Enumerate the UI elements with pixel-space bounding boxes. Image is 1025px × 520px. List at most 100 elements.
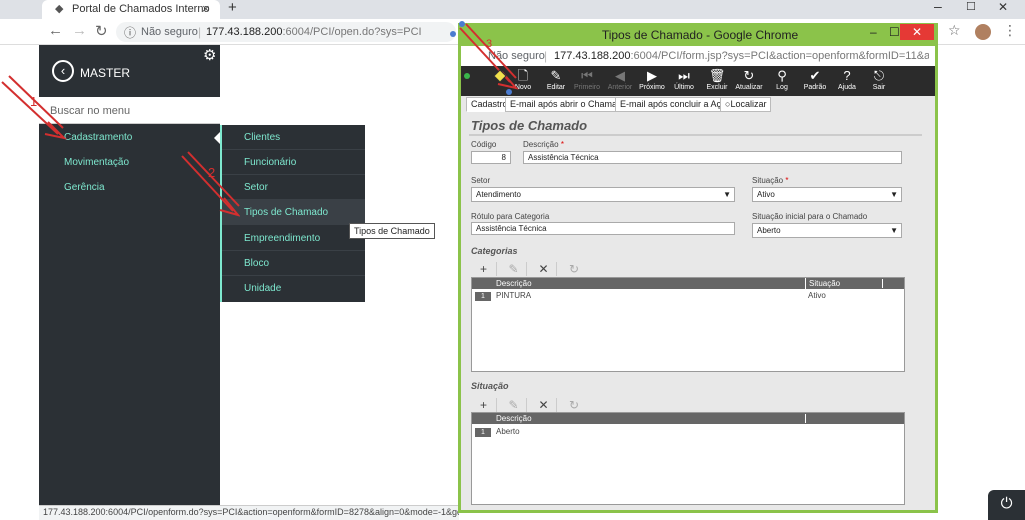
url-path: :6004/PCI/open.do?sys=PCI bbox=[282, 26, 422, 38]
remove-icon[interactable]: ✕ bbox=[531, 398, 557, 412]
codigo-field[interactable]: 8 bbox=[471, 151, 511, 164]
annotation-number-1: 1 bbox=[30, 94, 38, 109]
table-row[interactable]: 1 PINTURA Ativo bbox=[472, 291, 904, 301]
excluir-button[interactable]: 🗑 Excluir bbox=[700, 68, 734, 92]
forward-icon[interactable]: → bbox=[72, 22, 87, 39]
situacao-value: Ativo bbox=[757, 190, 775, 199]
selection-handle bbox=[459, 21, 465, 27]
window-minimize-button[interactable]: – bbox=[934, 0, 942, 14]
submenu-item-tipos-de-chamado[interactable]: Tipos de Chamado bbox=[222, 200, 365, 225]
descricao-field[interactable]: Assistência Técnica bbox=[523, 151, 902, 164]
submenu-item-label: Funcionário bbox=[244, 157, 297, 168]
atualizar-button[interactable]: ↻ Atualizar bbox=[732, 68, 766, 92]
tab-close-icon[interactable]: × bbox=[202, 1, 210, 16]
categorias-header: Descrição Situação bbox=[472, 278, 904, 289]
setor-value: Atendimento bbox=[476, 190, 521, 199]
browser-menu-icon[interactable]: ⋮ bbox=[1003, 22, 1017, 39]
submenu-item-label: Bloco bbox=[244, 258, 270, 269]
table-row[interactable]: 1 Aberto bbox=[472, 427, 904, 437]
padrao-button[interactable]: ✔ Padrão bbox=[798, 68, 832, 92]
annotation-number-3: 3 bbox=[486, 38, 493, 50]
gear-icon[interactable]: ⚙ bbox=[203, 46, 216, 64]
submenu-item-clientes[interactable]: Clientes bbox=[222, 125, 365, 150]
situacao-grid-title: Situação bbox=[471, 381, 509, 391]
proximo-button[interactable]: ▶ Próximo bbox=[635, 68, 669, 92]
editar-label: Editar bbox=[546, 84, 566, 91]
edit-pencil-icon[interactable]: ✎ bbox=[501, 398, 527, 412]
status-bar-url: 177.43.188.200:6004/PCI/openform.do?sys=… bbox=[39, 505, 459, 520]
new-tab-button[interactable]: + bbox=[228, 0, 237, 16]
ajuda-button[interactable]: ? Ajuda bbox=[830, 68, 864, 92]
submenu-item-unidade[interactable]: Unidade bbox=[222, 276, 365, 301]
back-icon[interactable]: ← bbox=[48, 22, 63, 39]
edit-pencil-icon[interactable]: ✎ bbox=[501, 262, 527, 276]
help-icon: ? bbox=[843, 68, 851, 83]
bookmark-star-icon[interactable]: ☆ bbox=[948, 22, 961, 39]
tooltip: Tipos de Chamado bbox=[349, 223, 435, 239]
editar-button[interactable]: ✎ Editar bbox=[539, 68, 573, 92]
submenu-item-bloco[interactable]: Bloco bbox=[222, 251, 365, 276]
popup-url-host: 177.43.188.200 bbox=[554, 50, 631, 62]
edit-icon: ✎ bbox=[550, 68, 562, 83]
row-number: 1 bbox=[475, 428, 491, 437]
situacao-label: Situação * bbox=[752, 176, 789, 185]
reload-icon[interactable]: ↻ bbox=[95, 22, 108, 40]
popup-url-path: :6004/PCI/form.jsp?sys=PCI&action=openfo… bbox=[630, 50, 929, 62]
column-header-situacao: Situação bbox=[805, 278, 840, 289]
primeiro-label: Primeiro bbox=[573, 84, 601, 91]
dropdown-arrow-icon: ▼ bbox=[890, 226, 898, 235]
situacao-select[interactable]: Ativo ▼ bbox=[752, 187, 902, 202]
check-icon: ✔ bbox=[809, 68, 821, 83]
tab-localizar[interactable]: ○Localizar bbox=[720, 97, 772, 112]
submenu-item-label: Setor bbox=[244, 182, 268, 193]
profile-avatar[interactable] bbox=[975, 24, 991, 40]
submenu-item-funcionario[interactable]: Funcionário bbox=[222, 150, 365, 175]
url-text[interactable]: 177.43.188.200:6004/PCI/open.do?sys=PCI bbox=[206, 26, 422, 38]
last-icon: ⏭ bbox=[678, 68, 690, 83]
submenu-item-label: Unidade bbox=[244, 283, 282, 294]
window-close-button[interactable]: ✕ bbox=[998, 0, 1008, 14]
sit-inicial-label: Situação inicial para o Chamado bbox=[752, 212, 868, 221]
rotulo-field[interactable]: Assistência Técnica bbox=[471, 222, 735, 235]
required-mark: * bbox=[785, 176, 789, 185]
descricao-label: Descrição * bbox=[523, 140, 564, 149]
previous-icon: ◀ bbox=[615, 68, 625, 83]
add-icon[interactable]: + bbox=[471, 262, 497, 276]
tab-email-concluir[interactable]: E-mail após concluir a Ação bbox=[615, 97, 737, 112]
log-button[interactable]: ⚲ Log bbox=[765, 68, 799, 92]
sit-inicial-select[interactable]: Aberto ▼ bbox=[752, 223, 902, 238]
sair-label: Sair bbox=[872, 84, 886, 91]
popup-maximize-button[interactable]: ☐ bbox=[889, 25, 900, 39]
primeiro-button[interactable]: ⏮ Primeiro bbox=[570, 68, 604, 92]
setor-label: Setor bbox=[471, 176, 491, 185]
cell-situacao: Ativo bbox=[808, 291, 826, 300]
selection-diamond bbox=[493, 69, 507, 83]
info-icon[interactable]: ⓘ bbox=[124, 24, 136, 41]
add-icon[interactable]: + bbox=[471, 398, 497, 412]
popup-url-text[interactable]: 177.43.188.200:6004/PCI/form.jsp?sys=PCI… bbox=[554, 50, 929, 62]
excluir-label: Excluir bbox=[706, 84, 728, 91]
cell-descricao: Aberto bbox=[496, 427, 520, 436]
popup-minimize-button[interactable]: – bbox=[870, 25, 877, 39]
ultimo-button[interactable]: ⏭ Último bbox=[667, 68, 701, 92]
submenu-item-empreendimento[interactable]: Empreendimento bbox=[222, 226, 365, 251]
refresh-icon[interactable]: ↻ bbox=[561, 398, 587, 412]
popup-close-button[interactable]: ✕ bbox=[900, 24, 934, 40]
refresh-icon[interactable]: ↻ bbox=[561, 262, 587, 276]
situacao-grid bbox=[471, 412, 905, 505]
power-icon[interactable]: ⏻ bbox=[988, 490, 1025, 520]
log-label: Log bbox=[776, 84, 788, 91]
anterior-button[interactable]: ◀ Anterior bbox=[603, 68, 637, 92]
window-maximize-button[interactable]: ☐ bbox=[966, 0, 976, 13]
column-separator bbox=[882, 279, 883, 288]
remove-icon[interactable]: ✕ bbox=[531, 262, 557, 276]
setor-select[interactable]: Atendimento ▼ bbox=[471, 187, 735, 202]
submenu-item-setor[interactable]: Setor bbox=[222, 175, 365, 200]
annotation-number-2: 2 bbox=[208, 165, 216, 180]
tab-localizar-label: Localizar bbox=[730, 99, 767, 109]
descricao-label-text: Descrição bbox=[523, 140, 559, 149]
url-separator: | bbox=[198, 25, 202, 39]
sair-button[interactable]: ⎋ Sair bbox=[862, 68, 896, 92]
title-divider bbox=[469, 134, 922, 136]
refresh-icon: ↻ bbox=[743, 68, 755, 83]
